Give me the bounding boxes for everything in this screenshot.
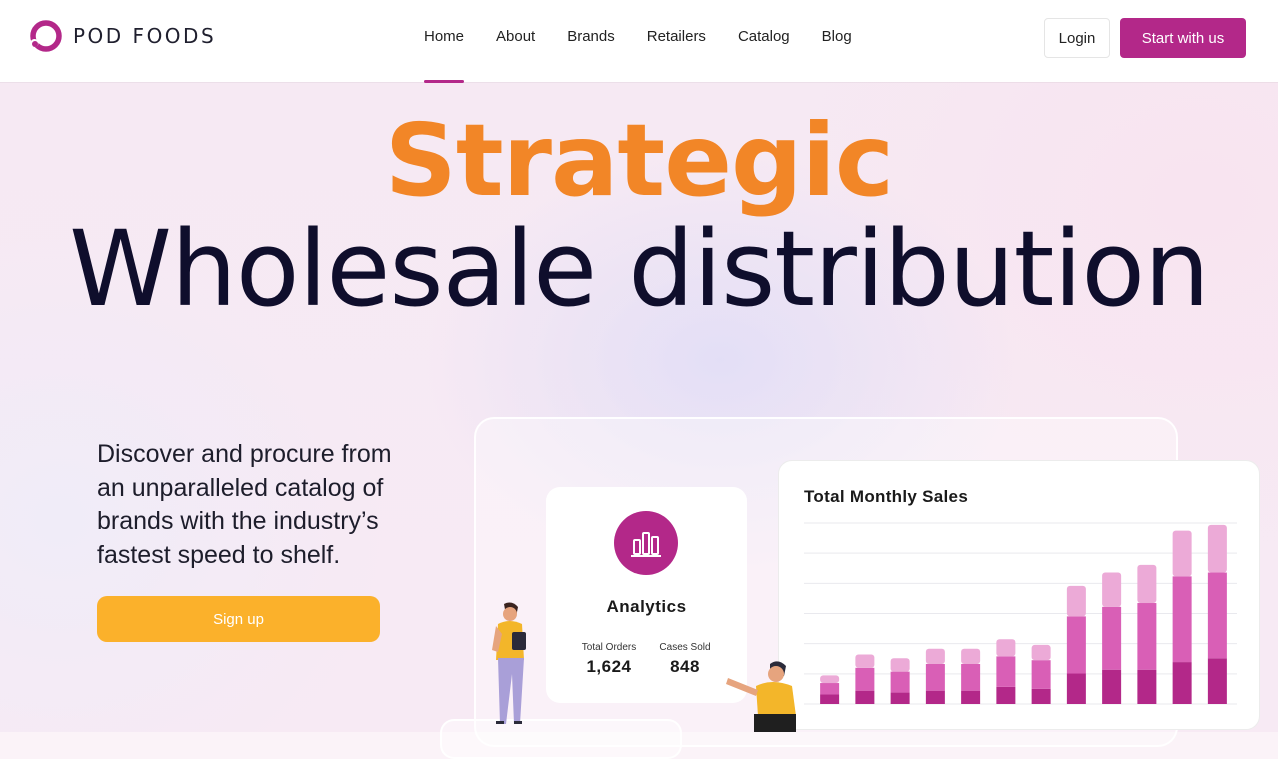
chart-bar-segment [855,654,875,668]
chart-bar-segment [820,683,840,695]
nav-item-blog[interactable]: Blog [822,26,852,48]
chart-bar-segment [1102,572,1122,607]
nav-item-retailers[interactable]: Retailers [647,26,706,48]
total-monthly-sales-card: Total Monthly Sales [778,460,1260,730]
chart-bar-segment [1102,606,1122,670]
chart-bar-segment [1137,564,1157,604]
chart-bar-segment [890,658,910,672]
chart-bar-segment [890,692,910,704]
stat-cases-sold: Cases Sold 848 [654,642,716,677]
chart-bar-segment [996,639,1016,657]
nav-item-home[interactable]: Home [424,26,465,83]
person-with-clipboard-illustration [492,602,526,724]
chart-bar-segment [1066,673,1086,704]
stat-value: 848 [670,657,700,676]
site-header: POD FOODS Home About Brands Retailers Ca… [0,0,1278,83]
analytics-card: Analytics Total Orders 1,624 Cases Sold … [546,487,747,703]
chart-bar-segment [1172,530,1192,577]
pod-foods-ring-logo-icon [30,20,62,52]
brand-name: POD FOODS [73,24,217,48]
chart-bar-segment [855,667,875,691]
chart-bar-segment [996,686,1016,704]
chart-bar-segment [961,690,981,704]
chart-bar-segment [1102,669,1122,704]
chart-bar-segment [890,671,910,693]
nav-item-about[interactable]: About [496,26,535,48]
chart-bar-segment [1207,658,1227,704]
chart-bar-segment [1137,669,1157,704]
stat-value: 1,624 [586,657,632,676]
bar-chart-icon [614,511,678,575]
dashboard-bottom-panel [440,719,682,759]
chart-bar-segment [996,656,1016,687]
stat-label: Cases Sold [659,642,711,653]
sign-up-button[interactable]: Sign up [97,596,380,642]
start-with-us-button[interactable]: Start with us [1120,18,1246,58]
chart-bar-segment [1207,572,1227,659]
chart-bar-segment [855,690,875,704]
chart-bar-segment [925,648,945,664]
main-nav: Home About Brands Retailers Catalog Blog [424,26,884,83]
stat-label: Total Orders [581,642,637,653]
chart-bar-segment [1031,644,1051,661]
analytics-title: Analytics [606,597,687,616]
nav-item-catalog[interactable]: Catalog [738,26,790,48]
chart-bar-segment [1031,660,1051,689]
chart-bar-segment [925,690,945,704]
sales-bar-chart [804,522,1237,705]
chart-bar-segment [1137,603,1157,670]
chart-bar-segment [1066,585,1086,617]
nav-item-brands[interactable]: Brands [567,26,615,48]
chart-bar-segment [961,663,981,691]
brand-logo[interactable]: POD FOODS [28,19,216,53]
chart-bar-segment [1207,524,1227,573]
chart-bar-segment [1031,688,1051,704]
chart-bar-segment [1172,662,1192,704]
chart-bar-segment [961,648,981,664]
headline-wholesale-distribution: Wholesale distribution [69,208,1210,330]
person-pointing-illustration [726,661,796,732]
chart-bar-segment [820,675,840,684]
chart-bar-segment [925,663,945,691]
stat-total-orders: Total Orders 1,624 [576,642,642,677]
chart-bar-segment [1066,616,1086,674]
chart-bar-segment [820,694,840,704]
chart-bar-segment [1172,576,1192,663]
login-button[interactable]: Login [1044,18,1110,58]
hero-subtext: Discover and procure from an unparallele… [97,440,392,569]
